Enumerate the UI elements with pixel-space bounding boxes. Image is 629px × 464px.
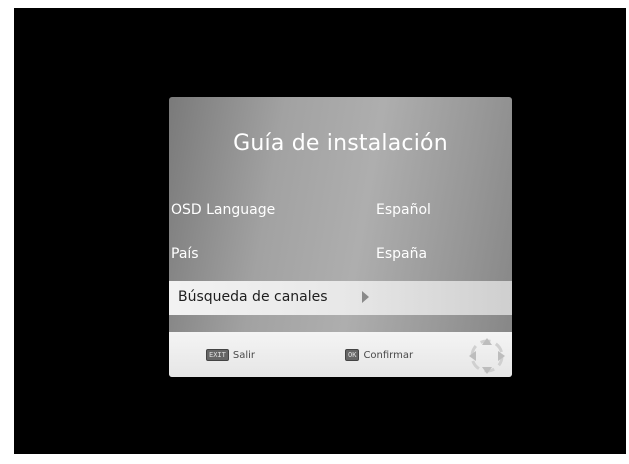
exit-key-icon: EXIT [206,349,229,361]
country-label: País [171,246,199,262]
exit-label: Salir [232,349,256,361]
exit-hint[interactable]: EXIT Salir [206,349,255,361]
osd-language-label: OSD Language [171,202,276,218]
osd-language-value[interactable]: Español [376,202,431,218]
ok-hint[interactable]: OK Confirmar [345,349,413,361]
ok-key-icon: OK [345,349,360,361]
menu-item-country[interactable]: País España [169,240,512,270]
dpad-icon [469,338,505,374]
channel-search-label: Búsqueda de canales [178,289,328,305]
menu-item-channel-search[interactable]: Búsqueda de canales [169,281,512,315]
confirm-label: Confirmar [363,349,414,361]
menu-item-osd-language[interactable]: OSD Language Español [169,196,512,226]
tv-screen: Guía de instalación OSD Language Español… [14,8,626,454]
right-arrow-icon [362,291,369,303]
dialog-footer: EXIT Salir OK Confirmar [169,332,512,377]
installation-guide-dialog: Guía de instalación OSD Language Español… [169,97,512,377]
dialog-title: Guía de instalación [233,131,448,156]
country-value[interactable]: España [376,246,427,262]
